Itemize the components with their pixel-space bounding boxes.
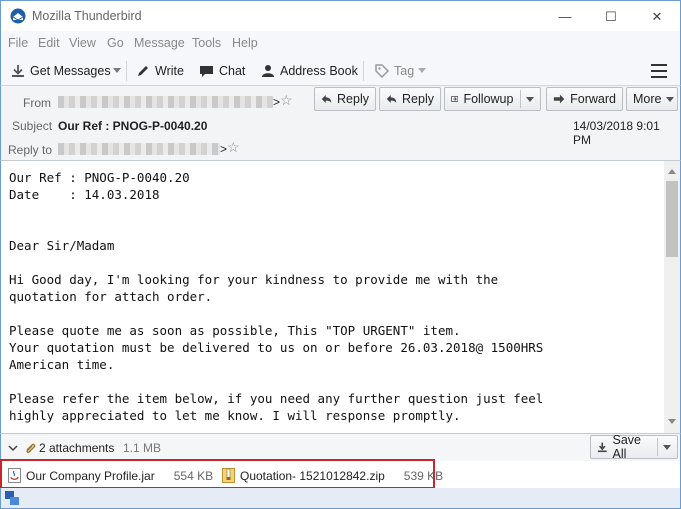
reply-all-button[interactable]: Reply — [379, 87, 441, 111]
tag-button[interactable]: Tag — [375, 62, 414, 80]
download-icon — [12, 65, 24, 77]
reply-arrow-icon — [321, 95, 332, 103]
reply-button[interactable]: Reply — [314, 87, 376, 111]
write-label: Write — [155, 64, 184, 78]
attachment-count[interactable]: 2 attachments — [39, 441, 114, 455]
menu-bar: File Edit View Go Message Tools Help — [0, 31, 681, 56]
address-book-button[interactable]: Address Book — [261, 62, 358, 80]
address-book-label: Address Book — [280, 64, 358, 78]
save-all-label: Save All — [612, 433, 642, 461]
reply-to-address-redacted[interactable] — [58, 143, 220, 155]
reply-all-label: Reply — [402, 92, 434, 106]
tag-dropdown-icon[interactable] — [418, 68, 426, 73]
window-title: Mozilla Thunderbird — [32, 9, 142, 23]
download-icon — [597, 442, 607, 453]
title-bar: Mozilla Thunderbird — ☐ ✕ — [0, 0, 681, 31]
get-messages-label: Get Messages — [30, 64, 111, 78]
close-button[interactable]: ✕ — [634, 1, 680, 32]
main-toolbar: Get Messages Write Chat Address Book Tag — [0, 56, 681, 86]
from-address-redacted[interactable] — [58, 96, 273, 108]
more-button[interactable]: More — [626, 87, 678, 111]
message-date: 14/03/2018 9:01 PM — [573, 119, 660, 147]
followup-icon — [451, 95, 459, 103]
chat-button[interactable]: Chat — [199, 62, 245, 80]
status-bar — [0, 488, 681, 509]
followup-label: Followup — [463, 92, 514, 106]
menu-file[interactable]: File — [8, 36, 28, 50]
from-label: From — [23, 96, 51, 110]
toolbar-separator — [363, 61, 364, 81]
reply-label: Reply — [337, 92, 369, 106]
subject-value: Our Ref : PNOG-P-0040.20 — [58, 119, 208, 133]
menu-tools[interactable]: Tools — [192, 36, 221, 50]
write-button[interactable]: Write — [136, 62, 184, 80]
reply-to-label: Reply to — [8, 143, 53, 157]
maximize-button[interactable]: ☐ — [588, 1, 634, 32]
message-body-pane[interactable]: Our Ref : PNOG-P-0040.20 Date : 14.03.20… — [0, 161, 664, 433]
save-all-button[interactable]: Save All — [590, 433, 678, 461]
forward-arrow-icon — [553, 94, 565, 104]
attachments-highlight-box — [0, 459, 435, 489]
pencil-icon — [138, 66, 148, 76]
contact-person-icon — [262, 65, 274, 77]
attachment-total-size: 1.1 MB — [123, 441, 162, 455]
forward-button[interactable]: Forward — [546, 87, 623, 111]
forward-label: Forward — [570, 92, 616, 106]
get-messages-dropdown-icon[interactable] — [113, 68, 121, 73]
scroll-up-arrow-icon[interactable] — [668, 169, 676, 174]
app-menu-hamburger-icon[interactable] — [651, 64, 667, 78]
toolbar-separator — [126, 61, 127, 81]
star-icon[interactable]: ☆ — [227, 139, 240, 156]
activity-monitor-icon[interactable] — [5, 491, 19, 505]
menu-message[interactable]: Message — [134, 36, 185, 50]
message-body-text: Our Ref : PNOG-P-0040.20 Date : 14.03.20… — [9, 170, 544, 423]
save-all-dropdown-icon[interactable] — [663, 444, 671, 450]
from-address-suffix: > — [273, 95, 281, 109]
more-label: More — [633, 92, 662, 106]
subject-label: Subject — [12, 119, 53, 133]
reply-arrow-icon — [386, 95, 397, 103]
message-body-scrollbar[interactable] — [664, 161, 681, 433]
tag-label: Tag — [394, 64, 415, 78]
thunderbird-logo-icon — [10, 8, 26, 24]
minimize-button[interactable]: — — [542, 1, 588, 32]
message-header: From > ☆ Subject Our Ref : PNOG-P-0040.2… — [0, 86, 681, 161]
reply-to-address-suffix: > — [220, 142, 228, 156]
chat-bubble-icon — [200, 66, 213, 77]
attachment-bar: 2 attachments 1.1 MB Save All — [0, 433, 681, 461]
tag-icon — [375, 64, 389, 78]
star-icon[interactable]: ☆ — [280, 92, 293, 109]
chevron-down-icon[interactable] — [8, 444, 18, 452]
menu-go[interactable]: Go — [107, 36, 124, 50]
menu-edit[interactable]: Edit — [38, 36, 60, 50]
followup-button[interactable]: Followup — [444, 87, 541, 111]
scroll-down-arrow-icon[interactable] — [668, 419, 676, 424]
scrollbar-thumb[interactable] — [666, 181, 678, 257]
get-messages-button[interactable]: Get Messages — [11, 62, 111, 80]
paperclip-icon — [26, 443, 36, 454]
menu-view[interactable]: View — [69, 36, 96, 50]
chat-label: Chat — [219, 64, 246, 78]
more-dropdown-icon — [666, 96, 675, 102]
menu-help[interactable]: Help — [232, 36, 258, 50]
followup-dropdown-icon[interactable] — [526, 96, 534, 102]
